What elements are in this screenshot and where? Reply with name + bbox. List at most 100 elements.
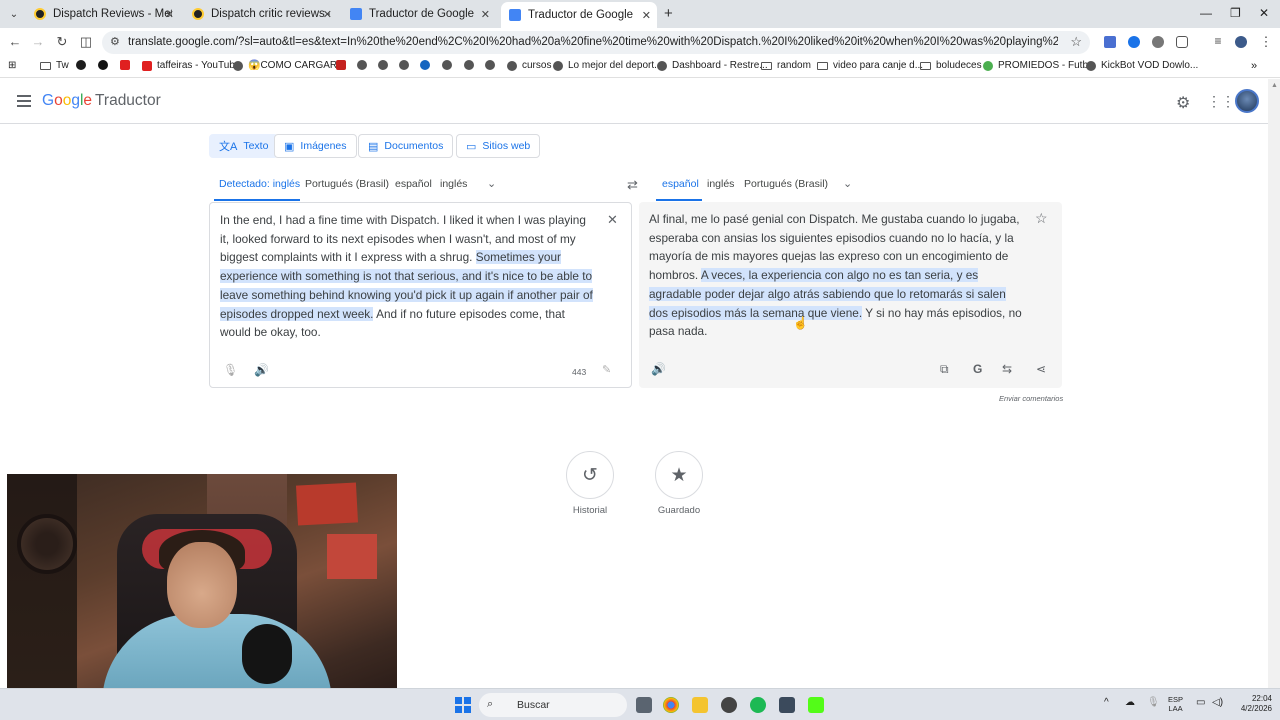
extension-icon[interactable] [1152, 36, 1164, 48]
spotify-icon[interactable] [750, 697, 766, 713]
bookmark-item[interactable] [399, 60, 414, 70]
close-tab-icon[interactable]: ✕ [165, 8, 174, 21]
reload-icon[interactable]: ↻ [54, 34, 70, 50]
send-feedback-link[interactable]: Enviar comentarios [999, 394, 1063, 403]
bookmark-item[interactable]: Lo mejor del deport... [553, 60, 663, 71]
tray-app-icon[interactable]: ☁ [1125, 697, 1135, 708]
more-bookmarks-icon[interactable]: » [1251, 60, 1257, 72]
url-text[interactable]: translate.google.com/?sl=auto&tl=es&text… [128, 36, 1058, 48]
source-lang-option[interactable]: inglés [440, 178, 467, 190]
network-icon[interactable]: ▭ [1196, 697, 1205, 708]
bookmark-folder[interactable]: video para canje d... [817, 60, 923, 71]
browser-tab-active[interactable]: Traductor de Google ✕ [501, 2, 657, 28]
chrome-icon[interactable] [663, 697, 679, 713]
close-tab-icon[interactable]: ✕ [481, 8, 490, 21]
bookmark-item[interactable] [76, 60, 91, 70]
chevron-down-icon[interactable]: ⌄ [487, 177, 496, 190]
bookmark-item[interactable]: cursos [507, 60, 551, 71]
kick-icon[interactable] [808, 697, 824, 713]
new-tab-icon[interactable]: + [664, 5, 673, 22]
bookmark-folder[interactable]: boludeces [920, 60, 982, 71]
browser-tab[interactable]: Dispatch critic reviews - Metacritic ✕ [184, 3, 338, 25]
browser-menu-icon[interactable]: ⋮ [1258, 34, 1274, 50]
save-translation-star-icon[interactable]: ☆ [1035, 210, 1048, 227]
mode-websites-button[interactable]: ▭ Sitios web [456, 134, 541, 158]
bookmark-item[interactable]: Dashboard - Restre... [657, 60, 768, 71]
bookmark-item[interactable]: 😱COMO CARGAR... [233, 60, 345, 71]
bookmark-folder[interactable]: random [761, 60, 811, 71]
bookmark-item[interactable] [378, 60, 393, 70]
mode-text-button[interactable]: 文A Texto [209, 134, 279, 158]
back-icon[interactable]: ← [7, 34, 23, 49]
minimize-icon[interactable]: — [1200, 6, 1212, 20]
settings-gear-icon[interactable]: ⚙ [1176, 93, 1190, 113]
site-info-icon[interactable]: ⚙ [110, 35, 120, 48]
bookmark-item[interactable] [464, 60, 479, 70]
system-clock[interactable]: 22:04 4/2/2026 [1228, 694, 1272, 714]
window-close-icon[interactable]: ✕ [1259, 6, 1269, 20]
file-explorer-icon[interactable] [692, 697, 708, 713]
share-icon[interactable]: ⋖ [1036, 362, 1046, 376]
page-scrollbar[interactable]: ▲ [1268, 79, 1280, 688]
bookmark-item[interactable] [336, 60, 351, 70]
bookmark-item[interactable] [420, 60, 435, 70]
bookmark-item[interactable] [120, 60, 135, 70]
bookmark-item[interactable]: taffeiras - YouTube [142, 60, 240, 71]
target-lang-selected[interactable]: español [662, 178, 699, 190]
target-lang-option[interactable]: Portugués (Brasil) [744, 178, 828, 190]
copy-icon[interactable]: ⧉ [940, 362, 949, 377]
bookmark-item[interactable] [98, 60, 113, 70]
extension-icon[interactable] [1128, 36, 1140, 48]
steam-icon[interactable] [721, 697, 737, 713]
scroll-up-icon[interactable]: ▲ [1271, 82, 1278, 89]
google-translate-logo[interactable]: Google Traductor [42, 92, 161, 110]
tab-search-icon[interactable]: ⌄ [4, 4, 24, 24]
tray-mic-icon[interactable]: 🎙 [1147, 697, 1160, 708]
bookmark-item[interactable]: PROMIEDOS - Futb... [983, 60, 1096, 71]
apps-grid-icon[interactable]: ⊞ [8, 60, 16, 71]
media-controls-icon[interactable]: ≡ [1210, 34, 1226, 48]
task-view-icon[interactable] [636, 697, 652, 713]
handwriting-pencil-icon[interactable]: ✎ [602, 363, 611, 376]
store-icon[interactable] [779, 697, 795, 713]
rate-translation-icon[interactable]: ⇆ [1002, 362, 1012, 376]
mode-documents-button[interactable]: ▤ Documentos [358, 134, 454, 158]
close-tab-icon[interactable]: ✕ [642, 9, 651, 22]
tray-overflow-icon[interactable]: ^ [1104, 697, 1109, 708]
bookmark-item[interactable]: Tw [40, 60, 69, 71]
translate-extension-icon[interactable] [1104, 36, 1116, 48]
volume-icon[interactable]: ◁) [1212, 697, 1223, 708]
source-lang-detected[interactable]: Detectado: inglés [219, 178, 300, 190]
listen-speaker-icon[interactable]: 🔊 [254, 363, 269, 377]
bookmark-item[interactable] [442, 60, 457, 70]
windows-start-icon[interactable] [455, 697, 471, 713]
sidepanel-icon[interactable]: ◫ [78, 34, 94, 50]
input-language[interactable]: ESP LAA [1168, 695, 1183, 713]
source-lang-option[interactable]: español [395, 178, 432, 190]
mode-images-button[interactable]: ▣ Imágenes [274, 134, 357, 158]
saved-button[interactable]: ★ [655, 451, 703, 499]
close-tab-icon[interactable]: ✕ [323, 8, 332, 21]
extensions-puzzle-icon[interactable] [1176, 36, 1188, 48]
profile-avatar-icon[interactable] [1235, 36, 1247, 48]
bookmark-star-icon[interactable]: ☆ [1070, 34, 1082, 50]
microphone-icon[interactable]: 🎙 [223, 363, 238, 377]
taskbar-search[interactable]: ⌕ Buscar [479, 693, 627, 717]
clear-text-icon[interactable]: ✕ [607, 212, 618, 228]
forward-icon[interactable]: → [30, 34, 46, 49]
target-lang-option[interactable]: inglés [707, 178, 734, 190]
browser-tab[interactable]: Traductor de Google ✕ [342, 3, 496, 25]
chevron-down-icon[interactable]: ⌄ [843, 177, 852, 190]
account-avatar[interactable] [1235, 89, 1259, 113]
address-bar[interactable]: ⚙ translate.google.com/?sl=auto&tl=es&te… [102, 31, 1090, 54]
bookmark-item[interactable] [357, 60, 372, 70]
source-lang-option[interactable]: Portugués (Brasil) [305, 178, 389, 190]
bookmark-item[interactable]: KickBot VOD Dowlo... [1086, 60, 1198, 71]
browser-tab[interactable]: Dispatch Reviews - Metacritic ✕ [26, 3, 180, 25]
listen-speaker-icon[interactable]: 🔊 [651, 362, 666, 376]
swap-languages-icon[interactable]: ⇄ [627, 177, 638, 193]
source-textarea[interactable]: In the end, I had a fine time with Dispa… [220, 211, 596, 342]
history-button[interactable]: ↺ [566, 451, 614, 499]
bookmark-item[interactable] [485, 60, 500, 70]
restore-icon[interactable]: ❐ [1230, 6, 1241, 20]
